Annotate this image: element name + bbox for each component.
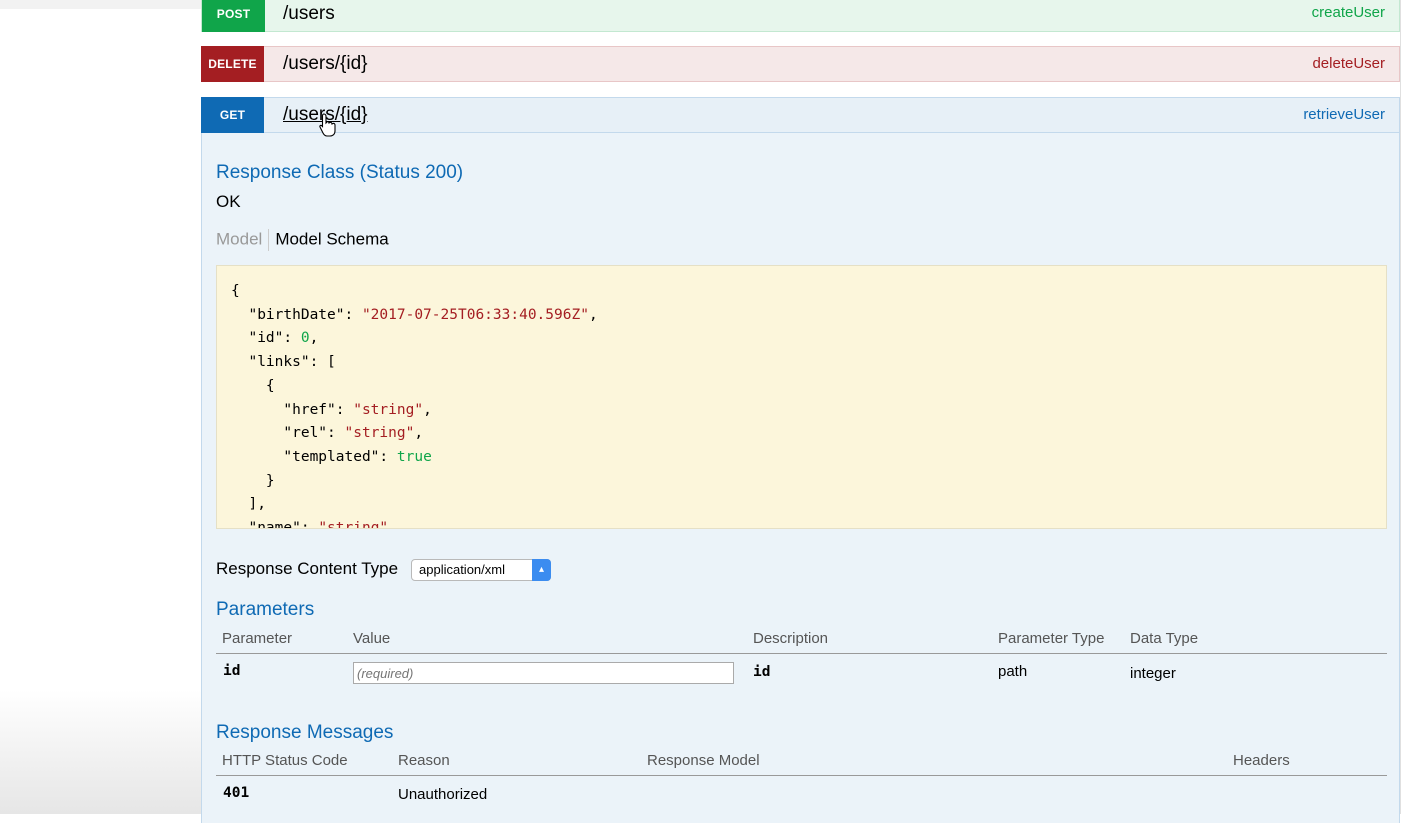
schema-token: "href":	[231, 401, 354, 418]
param-col-parameter-type: Parameter Type	[998, 630, 1105, 647]
model-schema-snippet[interactable]: { "birthDate": "2017-07-25T06:33:40.596Z…	[216, 265, 1387, 529]
operation-get-user[interactable]: GET /users/{id} retrieveUser	[201, 97, 1400, 133]
operation-post-users[interactable]: POST /users createUser	[201, 0, 1400, 32]
model-schema-code: { "birthDate": "2017-07-25T06:33:40.596Z…	[217, 266, 1386, 529]
schema-line: {	[231, 283, 240, 299]
response-class-description: OK	[216, 192, 241, 211]
schema-token: "links": [	[231, 354, 336, 371]
schema-line: "links": [	[231, 354, 336, 371]
schema-token: ,	[414, 425, 424, 442]
schema-token: ,	[423, 401, 432, 418]
param-type: path	[998, 663, 1028, 680]
schema-literal-value: 0	[300, 330, 310, 347]
schema-token: "name":	[231, 520, 319, 529]
schema-token: ,	[588, 306, 598, 323]
msg-status-code: 401	[223, 785, 250, 801]
schema-token: ,	[309, 330, 319, 347]
schema-line: }	[231, 473, 275, 489]
msg-col-headers: Headers	[1233, 752, 1290, 769]
tab-model[interactable]: Model	[216, 229, 262, 248]
selected-content-type: application/xml	[419, 562, 505, 577]
schema-line: "rel": "string",	[231, 425, 423, 441]
parameters-heading: Parameters	[216, 599, 315, 620]
response-content-type-label: Response Content Type	[216, 559, 399, 578]
schema-token: {	[231, 283, 240, 299]
schema-line: "href": "string",	[231, 401, 432, 418]
schema-line: {	[231, 378, 275, 394]
operation-content-panel: Response Class (Status 200) OK Model Mode…	[201, 133, 1400, 823]
schema-string-value: "2017-07-25T06:33:40.596Z"	[361, 306, 589, 323]
http-method-badge: DELETE	[201, 46, 264, 82]
hand-pointer-icon	[319, 113, 336, 137]
schema-string-value: "string"	[318, 520, 389, 529]
param-col-value: Value	[353, 630, 391, 647]
response-content-type-select[interactable]: application/xml ▴	[411, 559, 551, 581]
http-method-badge: GET	[201, 97, 264, 133]
msg-reason: Unauthorized	[398, 786, 488, 803]
tab-model-schema[interactable]: Model Schema	[275, 229, 388, 248]
operation-path-link[interactable]: /users/{id}	[283, 47, 368, 81]
schema-token: "birthDate":	[231, 306, 362, 323]
param-data-type: integer	[1130, 665, 1176, 682]
msg-col-reason: Reason	[398, 752, 450, 769]
schema-line: "templated": true	[231, 448, 432, 465]
response-class-heading: Response Class (Status 200)	[216, 162, 464, 183]
operation-nickname-link[interactable]: retrieveUser	[1303, 98, 1385, 132]
tab-divider	[268, 229, 270, 251]
msg-header-divider	[216, 775, 1387, 776]
schema-token: }	[231, 472, 275, 489]
msg-col-response-model: Response Model	[647, 752, 760, 769]
param-id-input[interactable]	[353, 662, 734, 684]
operation-path-link[interactable]: /users	[283, 0, 335, 31]
select-arrows-icon: ▴	[532, 559, 551, 581]
param-description: id	[753, 664, 771, 680]
model-tabs: Model Model Schema	[216, 229, 389, 251]
schema-line: "birthDate": "2017-07-25T06:33:40.596Z",	[231, 306, 598, 323]
operation-nickname-link[interactable]: createUser	[1312, 0, 1385, 30]
schema-literal-value: true	[396, 448, 432, 465]
operation-delete-user[interactable]: DELETE /users/{id} deleteUser	[201, 46, 1400, 82]
schema-line: "id": 0,	[231, 330, 318, 346]
param-header-divider	[216, 653, 1387, 654]
schema-token: "id":	[231, 330, 301, 347]
schema-string-value: "string"	[344, 425, 415, 442]
schema-line: ],	[231, 496, 266, 513]
param-col-data-type: Data Type	[1130, 630, 1199, 647]
param-name: id	[223, 663, 241, 679]
msg-col-status-code: HTTP Status Code	[222, 752, 348, 769]
schema-line: "name": "string"	[231, 520, 389, 529]
param-col-description: Description	[753, 630, 829, 647]
http-method-badge: POST	[202, 0, 265, 32]
param-col-parameter: Parameter	[222, 630, 293, 647]
left-panel-top	[0, 0, 201, 9]
schema-token: {	[231, 377, 275, 394]
schema-token: "rel":	[231, 425, 345, 442]
left-panel-shadow	[0, 690, 201, 814]
response-messages-heading: Response Messages	[216, 722, 394, 743]
operation-nickname-link[interactable]: deleteUser	[1312, 47, 1385, 81]
schema-token: ],	[231, 496, 266, 513]
schema-token: "templated":	[231, 448, 397, 465]
schema-string-value: "string"	[353, 401, 424, 418]
